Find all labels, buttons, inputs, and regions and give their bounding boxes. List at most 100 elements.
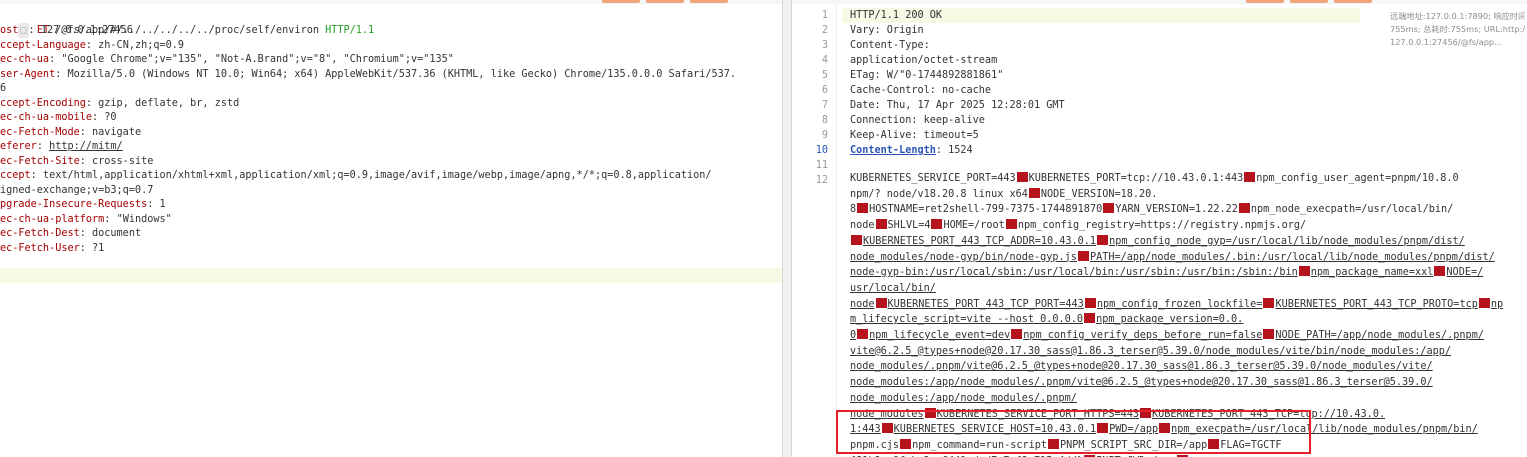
line-number: 11 (815, 160, 828, 171)
line-number: 6 (821, 85, 828, 96)
body-text: npm_config_node_gyp=/usr/local/lib/node_… (1109, 235, 1465, 247)
request-header-line: 6 (0, 81, 6, 96)
header-key: ccept (0, 170, 31, 181)
content-length-header: Content-Length: 1524 (850, 143, 973, 158)
header-key: ccept-Encoding (0, 97, 86, 109)
body-text: vite@6.2.5_@types+node@20.17.30_sass@1.8… (850, 345, 1452, 357)
request-header-line: ec-Fetch-User: ?1 (0, 241, 104, 256)
body-text: npm_config_registry=https://registry.npm… (1017, 220, 1307, 232)
body-line: node SHLVL=4 HOME=/root npm_config_registry… (850, 218, 1306, 234)
flag-highlight-box (836, 410, 1311, 454)
body-line: node_modules/node-gyp/bin/node-gyp.js PAT… (850, 250, 1495, 266)
body-text: npm_config_verify_deps_before_run=false (1023, 330, 1263, 341)
body-line: {81b9aa0f-bc3a-6441-dad7-7af3a715c4dd}IN… (850, 454, 1189, 457)
header-separator: : (104, 213, 117, 225)
response-header-line: Vary: Origin (850, 25, 924, 36)
meta-line: 127.0.0.1:27456/@fs/app... (1390, 37, 1502, 47)
toolbar-button[interactable] (690, 0, 728, 3)
null-byte-marker (1097, 234, 1109, 245)
null-byte-marker (857, 329, 869, 339)
header-value: ?0 (104, 112, 117, 123)
null-byte-marker (1011, 329, 1023, 339)
header-separator: : (79, 126, 93, 138)
request-header-line: ec-ch-ua-platform: "Windows" (0, 212, 172, 227)
body-text: npm_package_name=xxl (1310, 267, 1434, 279)
header-separator: : (55, 68, 68, 80)
body-line: 8 HOSTNAME=ret2shell-799-7375-1744891870 Y… (850, 202, 1453, 218)
request-editor[interactable]: ET /@fs/app/#/../../../../../proc/self/e… (0, 4, 782, 457)
request-header-line: ec-Fetch-Mode: navigate (0, 125, 141, 140)
body-text: npm_config_user_agent=pnpm/10.8.0 (1256, 173, 1459, 184)
meta-line: 755ms; 总耗时:755ms; URL:http:// (1390, 24, 1525, 34)
header-value: "Google Chrome";v="135", "Not-A.Brand";v… (61, 54, 454, 65)
toolbar-button[interactable] (1334, 0, 1372, 3)
current-line-highlight (0, 268, 782, 283)
line-number: 8 (821, 115, 828, 126)
body-line: node_modules:/app/node_modules/.pnpm/vit… (850, 375, 1433, 391)
null-byte-marker (1005, 219, 1017, 230)
response-header-line: Content-Type: (850, 40, 930, 51)
line-number: 10 (815, 145, 828, 156)
null-byte-marker (1084, 313, 1096, 324)
null-byte-marker (1238, 203, 1250, 214)
body-line: node KUBERNETES_PORT_443_TCP_PORT=443 npm_… (850, 297, 1503, 313)
request-header-line: ec-ch-ua: "Google Chrome";v="135", "Not-… (0, 52, 454, 67)
header-key: ec-Fetch-Mode (0, 126, 80, 138)
body-text: PATH=/app/node_modules/.bin:/usr/local/l… (1089, 251, 1495, 263)
header-key: ec-ch-ua-platform (0, 213, 105, 225)
null-byte-marker (1244, 172, 1256, 182)
null-byte-marker (875, 219, 887, 230)
header-value: gzip, deflate, br, zstd (98, 97, 240, 109)
body-text: node_modules/.pnpm/vite@6.2.5_@types+nod… (850, 361, 1433, 373)
toolbar-button[interactable] (1290, 0, 1328, 3)
line-number: 5 (821, 70, 828, 81)
request-header-line: ccept-Encoding: gzip, deflate, br, zstd (0, 96, 239, 111)
body-text: npm_config_frozen_lockfile= (1096, 298, 1263, 310)
toolbar-button[interactable] (1246, 0, 1284, 3)
body-text: 8 (850, 204, 857, 216)
body-text: 0 (850, 330, 857, 341)
body-line: npm/? node/v18.20.8 linux x64 NODE_VERSIO… (850, 187, 1157, 203)
body-text: HOSTNAME=ret2shell-799-7375-1744891870 (869, 204, 1103, 216)
null-byte-marker (1478, 297, 1490, 308)
body-line: KUBERNETES_PORT_443_TCP_ADDR=10.43.0.1 np… (850, 234, 1465, 250)
body-text: node_modules:/app/node_modules/.pnpm/vit… (850, 377, 1433, 389)
response-viewer[interactable]: 1 2 3 4 5 6 7 8 9 10 11 12 HTTP/1.1 200 OK Vary: Or… (792, 4, 1527, 457)
meta-line: 远端地址:127.0.0.1:7890; 响应时间: (1390, 11, 1525, 21)
body-text: NODE=/ (1446, 267, 1484, 279)
header-value[interactable]: http://mitm/ (49, 141, 123, 152)
header-key: ccept-Language (0, 39, 86, 51)
body-text: KUBERNETES_PORT_443_TCP_PROTO=tcp (1275, 298, 1478, 310)
line-number: 12 (815, 175, 828, 186)
body-text: HOME=/root (943, 220, 1005, 232)
header-separator: : (36, 141, 50, 152)
response-header-line: Keep-Alive: timeout=5 (850, 130, 979, 141)
header-separator: : (28, 25, 41, 36)
response-header-line: Cache-Control: no-cache (850, 85, 992, 96)
body-text: usr/local/bin/ (850, 282, 936, 294)
header-separator: : (79, 242, 93, 254)
request-header-line: ccept-Language: zh-CN,zh;q=0.9 (0, 38, 184, 53)
header-separator: : (79, 228, 93, 239)
null-byte-marker (1016, 172, 1028, 182)
body-text: node (850, 298, 875, 310)
content-length-key: Content-Length (850, 145, 936, 156)
null-byte-marker (851, 234, 862, 245)
null-byte-marker (857, 203, 869, 214)
pane-splitter[interactable] (782, 0, 792, 457)
content-length-value: : 1524 (935, 145, 973, 156)
header-key: ser-Agent (0, 68, 56, 80)
null-byte-marker (1103, 203, 1115, 214)
header-separator: : (85, 97, 99, 109)
toolbar-button[interactable] (602, 0, 640, 3)
toolbar-button[interactable] (646, 0, 684, 3)
header-value: zh-CN,zh;q=0.9 (98, 39, 185, 51)
response-header-line: Connection: keep-alive (850, 115, 985, 126)
line-number: 7 (821, 100, 828, 111)
header-value: 1 (159, 199, 166, 210)
header-key: ec-ch-ua (0, 54, 50, 65)
body-text: npm_lifecycle_event=dev (869, 330, 1011, 341)
null-byte-marker (1263, 297, 1275, 308)
body-text: npm_node_execpath=/usr/local/bin/ (1250, 204, 1454, 216)
body-line: node_modules/.pnpm/vite@6.2.5_@types+nod… (850, 359, 1433, 375)
